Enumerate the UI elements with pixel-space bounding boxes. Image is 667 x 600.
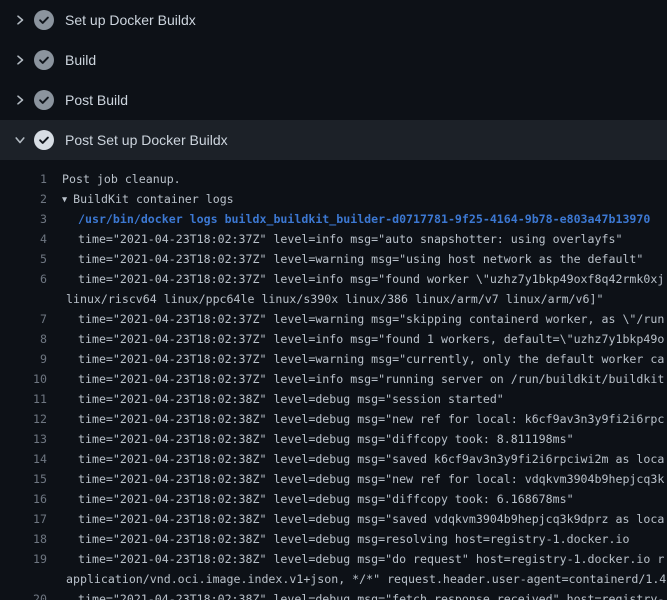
log-message-text: time="2021-04-23T18:02:38Z" level=debug … <box>78 469 664 489</box>
log-group-toggle[interactable]: ▼ BuildKit container logs <box>62 189 234 209</box>
log-message-text: Post job cleanup. <box>62 169 181 189</box>
log-row: 7 time="2021-04-23T18:02:37Z" level=warni… <box>0 309 667 329</box>
log-lines: 1 Post job cleanup. 2 ▼ BuildKit container l… <box>0 160 667 600</box>
log-message-text: time="2021-04-23T18:02:38Z" level=debug … <box>78 409 664 429</box>
log-message-text: time="2021-04-23T18:02:38Z" level=debug … <box>78 529 629 549</box>
line-number[interactable]: 7 <box>0 309 47 329</box>
line-number[interactable]: 19 <box>0 549 47 569</box>
line-number[interactable]: 1 <box>0 169 47 189</box>
log-message-text: time="2021-04-23T18:02:37Z" level=warnin… <box>78 249 643 269</box>
log-message-text: time="2021-04-23T18:02:37Z" level=warnin… <box>78 349 664 369</box>
chevron-right-icon <box>13 13 27 27</box>
log-row: linux/riscv64 linux/ppc64le linux/s390x … <box>0 289 667 309</box>
log-row: 9 time="2021-04-23T18:02:37Z" level=warni… <box>0 349 667 369</box>
log-row: 17 time="2021-04-23T18:02:38Z" level=debu… <box>0 509 667 529</box>
line-number[interactable]: 13 <box>0 429 47 449</box>
log-row: 8 time="2021-04-23T18:02:37Z" level=info … <box>0 329 667 349</box>
log-command-text: /usr/bin/docker logs buildx_buildkit_bui… <box>78 209 650 229</box>
log-message-text: application/vnd.oci.image.index.v1+json,… <box>66 569 666 589</box>
line-number[interactable]: 4 <box>0 229 47 249</box>
log-row: 12 time="2021-04-23T18:02:38Z" level=debu… <box>0 409 667 429</box>
log-row: 20 time="2021-04-23T18:02:38Z" level=debu… <box>0 589 667 600</box>
check-circle-icon <box>34 10 54 30</box>
log-row: 18 time="2021-04-23T18:02:38Z" level=debu… <box>0 529 667 549</box>
chevron-right-icon <box>13 53 27 67</box>
step-label: Set up Docker Buildx <box>65 10 196 30</box>
step-row[interactable]: Post Build <box>0 80 667 120</box>
log-row: application/vnd.oci.image.index.v1+json,… <box>0 569 667 589</box>
line-number[interactable]: 2 <box>0 189 47 209</box>
line-number[interactable]: 5 <box>0 249 47 269</box>
log-row: 4 time="2021-04-23T18:02:37Z" level=info … <box>0 229 667 249</box>
step-label: Build <box>65 50 96 70</box>
log-row: 10 time="2021-04-23T18:02:37Z" level=info… <box>0 369 667 389</box>
line-number[interactable]: 11 <box>0 389 47 409</box>
line-number[interactable]: 17 <box>0 509 47 529</box>
line-number[interactable]: 12 <box>0 409 47 429</box>
line-number[interactable]: 15 <box>0 469 47 489</box>
log-row: 11 time="2021-04-23T18:02:38Z" level=debu… <box>0 389 667 409</box>
line-number[interactable]: 6 <box>0 269 47 289</box>
log-message-text: linux/riscv64 linux/ppc64le linux/s390x … <box>66 289 603 309</box>
log-message-text: time="2021-04-23T18:02:37Z" level=info m… <box>78 369 664 389</box>
line-number[interactable]: 16 <box>0 489 47 509</box>
line-number[interactable]: 14 <box>0 449 47 469</box>
log-row: 14 time="2021-04-23T18:02:38Z" level=debu… <box>0 449 667 469</box>
line-number[interactable]: 8 <box>0 329 47 349</box>
log-row: 19 time="2021-04-23T18:02:38Z" level=debu… <box>0 549 667 569</box>
log-group-title: BuildKit container logs <box>73 192 234 206</box>
check-circle-icon <box>34 90 54 110</box>
log-message-text: time="2021-04-23T18:02:38Z" level=debug … <box>78 489 574 509</box>
log-message-text: time="2021-04-23T18:02:38Z" level=debug … <box>78 589 664 600</box>
chevron-down-icon <box>13 133 27 147</box>
step-row[interactable]: Build <box>0 40 667 80</box>
check-circle-icon <box>34 130 54 150</box>
step-label: Post Build <box>65 90 128 110</box>
log-message-text: time="2021-04-23T18:02:37Z" level=info m… <box>78 329 664 349</box>
check-circle-icon <box>34 50 54 70</box>
log-message-text: time="2021-04-23T18:02:38Z" level=debug … <box>78 549 664 569</box>
triangle-down-icon: ▼ <box>62 190 67 209</box>
step-row[interactable]: Set up Docker Buildx <box>0 0 667 40</box>
log-row: 2 ▼ BuildKit container logs <box>0 189 667 209</box>
log-row: 5 time="2021-04-23T18:02:37Z" level=warni… <box>0 249 667 269</box>
log-message-text: time="2021-04-23T18:02:37Z" level=info m… <box>78 229 622 249</box>
log-row: 13 time="2021-04-23T18:02:38Z" level=debu… <box>0 429 667 449</box>
chevron-right-icon <box>13 93 27 107</box>
log-row: 6 time="2021-04-23T18:02:37Z" level=info … <box>0 269 667 289</box>
steps-list: Set up Docker Buildx Build Post Build Post … <box>0 0 667 160</box>
log-message-text: time="2021-04-23T18:02:38Z" level=debug … <box>78 429 574 449</box>
log-message-text: time="2021-04-23T18:02:37Z" level=info m… <box>78 269 664 289</box>
log-row: 1 Post job cleanup. <box>0 169 667 189</box>
log-row: 15 time="2021-04-23T18:02:38Z" level=debu… <box>0 469 667 489</box>
log-message-text: time="2021-04-23T18:02:38Z" level=debug … <box>78 449 664 469</box>
log-message-text: time="2021-04-23T18:02:37Z" level=warnin… <box>78 309 664 329</box>
line-number[interactable]: 18 <box>0 529 47 549</box>
line-number[interactable]: 3 <box>0 209 47 229</box>
log-message-text: time="2021-04-23T18:02:38Z" level=debug … <box>78 389 504 409</box>
step-row[interactable]: Post Set up Docker Buildx <box>0 120 667 160</box>
actions-log-viewer: Set up Docker Buildx Build Post Build Post … <box>0 0 667 600</box>
log-row: 16 time="2021-04-23T18:02:38Z" level=debu… <box>0 489 667 509</box>
line-number[interactable]: 20 <box>0 589 47 600</box>
line-number[interactable]: 10 <box>0 369 47 389</box>
line-number[interactable]: 9 <box>0 349 47 369</box>
step-label: Post Set up Docker Buildx <box>65 130 228 150</box>
log-row: 3/usr/bin/docker logs buildx_buildkit_bu… <box>0 209 667 229</box>
log-message-text: time="2021-04-23T18:02:38Z" level=debug … <box>78 509 664 529</box>
